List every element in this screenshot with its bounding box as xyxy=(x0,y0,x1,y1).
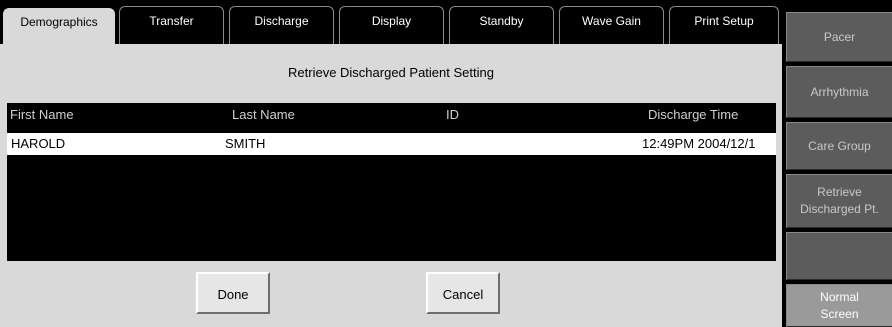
arrhythmia-button[interactable]: Arrhythmia xyxy=(786,66,892,118)
tab-transfer[interactable]: Transfer xyxy=(119,6,224,44)
tab-wave-gain[interactable]: Wave Gain xyxy=(559,6,664,44)
cell-last-name: SMITH xyxy=(225,136,266,151)
cell-discharge-time: 12:49PM 2004/12/1 xyxy=(642,136,756,151)
normal-screen-button[interactable]: Normal Screen xyxy=(786,284,892,327)
tab-print-setup[interactable]: Print Setup xyxy=(669,6,779,44)
done-button[interactable]: Done xyxy=(196,272,270,314)
column-header-last-name: Last Name xyxy=(232,107,295,122)
care-group-button-label: Care Group xyxy=(808,138,871,153)
pacer-button-label: Pacer xyxy=(823,29,856,44)
tab-discharge[interactable]: Discharge xyxy=(229,6,334,44)
column-header-discharge-time: Discharge Time xyxy=(648,107,739,122)
blank-sidebar-button[interactable] xyxy=(786,232,892,280)
tab-bar: Demographics Transfer Discharge Display … xyxy=(0,0,784,44)
cell-first-name: HAROLD xyxy=(11,136,66,151)
column-header-id: ID xyxy=(446,107,459,122)
column-header-first-name: First Name xyxy=(10,107,74,122)
retrieve-discharged-panel: Retrieve Discharged Patient Setting Firs… xyxy=(0,44,782,327)
main-area: Demographics Transfer Discharge Display … xyxy=(0,0,784,327)
discharged-patient-table: First Name Last Name ID Discharge Time H… xyxy=(7,103,776,261)
sidebar: Pacer Arrhythmia Care Group Retrieve Dis… xyxy=(786,0,892,327)
arrhythmia-button-label: Arrhythmia xyxy=(810,84,869,99)
table-row[interactable]: HAROLD SMITH 12:49PM 2004/12/1 xyxy=(7,133,776,155)
retrieve-discharged-pt-button-label: Retrieve Discharged Pt. xyxy=(800,185,879,216)
pacer-button[interactable]: Pacer xyxy=(786,12,892,62)
tab-display[interactable]: Display xyxy=(339,6,444,44)
panel-title: Retrieve Discharged Patient Setting xyxy=(288,65,494,80)
care-group-button[interactable]: Care Group xyxy=(786,122,892,170)
normal-screen-button-label: Normal Screen xyxy=(820,289,859,321)
cancel-button[interactable]: Cancel xyxy=(426,272,500,314)
tab-standby[interactable]: Standby xyxy=(449,6,554,44)
retrieve-discharged-pt-button[interactable]: Retrieve Discharged Pt. xyxy=(786,174,892,228)
tab-demographics[interactable]: Demographics xyxy=(3,8,115,44)
